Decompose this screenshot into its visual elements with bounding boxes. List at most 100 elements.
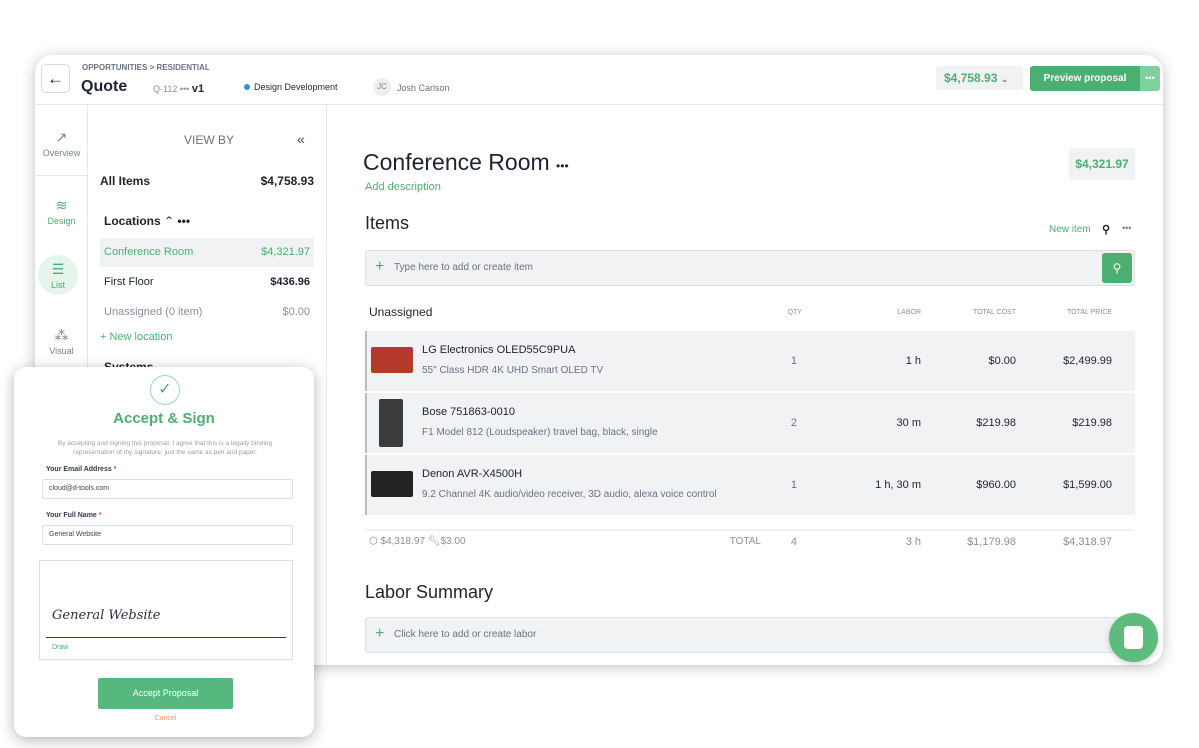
add-labor-input[interactable]: + Click here to add or create labor: [365, 617, 1135, 653]
rail-design[interactable]: ≋ Design: [35, 197, 88, 226]
trend-icon: ↗: [55, 129, 68, 145]
item-description: 55" Class HDR 4K UHD Smart OLED TV: [422, 365, 604, 376]
header: ← OPPORTUNITIES > RESIDENTIAL Quote Q-11…: [35, 55, 1163, 105]
table-row[interactable]: Bose 751863-0010 F1 Model 812 (Loudspeake…: [365, 393, 1135, 453]
item-price: $219.98: [1072, 417, 1112, 429]
plus-icon: +: [375, 625, 385, 642]
group-title: Unassigned: [369, 305, 433, 319]
location-item[interactable]: Unassigned (0 item) $0.00: [100, 306, 314, 318]
room-total: $4,321.97: [1069, 148, 1135, 180]
item-price: $2,499.99: [1063, 355, 1112, 367]
new-item-link[interactable]: New item: [1049, 224, 1091, 235]
rail-list[interactable]: ☰ List: [38, 255, 78, 295]
nodes-icon: ⁂: [54, 327, 69, 343]
item-qty[interactable]: 1: [767, 479, 797, 491]
total-qty: 4: [790, 536, 797, 548]
item-qty[interactable]: 2: [767, 417, 797, 429]
total-label: TOTAL: [729, 536, 761, 547]
total-labor: 3 h: [905, 536, 921, 548]
item-labor: 1 h: [905, 355, 921, 367]
chevron-down-icon: ⌄: [1000, 74, 1009, 84]
new-location-link[interactable]: + New location: [100, 331, 172, 343]
location-item[interactable]: First Floor $436.96: [100, 276, 314, 288]
cancel-link[interactable]: Cancel: [14, 715, 317, 722]
accept-sign-modal: ✓ Accept & Sign By accepting and signing…: [14, 367, 314, 737]
totals-summary: ⬡ $4,318.97 🔧︎$3.00: [369, 536, 466, 547]
search-icon[interactable]: ⚲: [1102, 223, 1110, 236]
email-field[interactable]: cloud@d-tools.com: [42, 479, 293, 499]
item-cost: $219.98: [976, 417, 1016, 429]
more-icon[interactable]: •••: [177, 214, 190, 228]
rail-overview[interactable]: ↗ Overview: [35, 129, 88, 158]
name-label: Your Full Name *: [46, 512, 102, 519]
quote-id: Q-112 ••• v1: [153, 83, 205, 95]
room-title: Conference Room •••: [363, 149, 569, 175]
main-content: Conference Room ••• Add description $4,3…: [327, 105, 1163, 665]
preview-proposal-button[interactable]: Preview proposal: [1030, 66, 1140, 91]
rail-visual[interactable]: ⁂ Visual: [35, 327, 88, 356]
item-labor: 30 m: [896, 417, 921, 429]
rail-label: Visual: [49, 346, 74, 356]
table-row[interactable]: LG Electronics OLED55C9PUA 55" Class HDR …: [365, 331, 1135, 391]
check-icon: ✓: [150, 375, 180, 405]
item-qty[interactable]: 1: [767, 355, 797, 367]
signature-pad[interactable]: General Website Draw: [39, 560, 293, 660]
rail-label: Design: [47, 216, 76, 226]
product-thumbnail: [371, 471, 413, 497]
breadcrumb[interactable]: OPPORTUNITIES > RESIDENTIAL: [82, 63, 210, 72]
status-badge[interactable]: Design Development: [244, 82, 338, 92]
total-dropdown[interactable]: $4,758.93 ⌄: [936, 66, 1023, 90]
user-name: Josh Carlson: [397, 83, 450, 93]
draw-link[interactable]: Draw: [52, 644, 68, 651]
chat-button[interactable]: [1109, 613, 1158, 662]
plus-icon: +: [375, 258, 385, 275]
total-price: $4,318.97: [1063, 536, 1112, 548]
col-cost: TOTAL COST: [972, 309, 1016, 316]
item-labor: 1 h, 30 m: [875, 479, 921, 491]
more-options-button[interactable]: •••: [1140, 66, 1160, 91]
col-labor: LABOR: [897, 309, 921, 316]
chat-icon: [1124, 626, 1143, 649]
more-icon[interactable]: •••: [556, 159, 569, 173]
locations-header[interactable]: Locations ⌃ •••: [104, 214, 190, 228]
full-name-field[interactable]: General Website: [42, 525, 293, 545]
layers-icon: ≋: [55, 197, 68, 213]
placeholder: Click here to add or create labor: [394, 629, 537, 640]
labor-summary-title: Labor Summary: [365, 582, 494, 602]
email-label: Your Email Address *: [46, 466, 117, 473]
collapse-icon[interactable]: «: [297, 131, 305, 147]
chevron-up-icon: ⌃: [164, 214, 175, 228]
disclaimer: By accepting and signing this proposal, …: [57, 440, 273, 456]
item-name[interactable]: LG Electronics OLED55C9PUA: [422, 344, 575, 356]
col-price: TOTAL PRICE: [1067, 309, 1112, 316]
all-items-row[interactable]: All Items $4,758.93: [100, 174, 314, 188]
wrench-icon: 🔧︎: [427, 536, 441, 547]
view-by-title: VIEW BY: [184, 133, 235, 147]
arrow-left-icon: ←: [47, 68, 64, 88]
col-qty: QTY: [787, 309, 802, 316]
location-item[interactable]: Conference Room $4,321.97: [100, 238, 314, 267]
add-item-input[interactable]: + Type here to add or create item ⚲: [365, 250, 1135, 286]
page-title: Quote: [81, 78, 128, 95]
more-icon[interactable]: •••: [180, 84, 189, 94]
add-description-link[interactable]: Add description: [365, 181, 441, 193]
item-name[interactable]: Denon AVR-X4500H: [422, 468, 522, 480]
item-price: $1,599.00: [1063, 479, 1112, 491]
accept-proposal-button[interactable]: Accept Proposal: [98, 678, 233, 709]
item-description: 9.2 Channel 4K audio/video receiver, 3D …: [422, 489, 717, 500]
box-icon: ⬡: [369, 536, 378, 547]
list-icon: ☰: [51, 261, 65, 277]
product-thumbnail: [371, 347, 413, 373]
signature: General Website: [52, 608, 161, 623]
item-name[interactable]: Bose 751863-0010: [422, 406, 515, 418]
table-row[interactable]: Denon AVR-X4500H 9.2 Channel 4K audio/vid…: [365, 455, 1135, 515]
back-button[interactable]: ←: [41, 64, 70, 93]
avatar: JC: [373, 78, 391, 96]
status-dot-icon: [244, 84, 250, 90]
search-button[interactable]: ⚲: [1102, 253, 1132, 283]
more-icon[interactable]: •••: [1122, 223, 1131, 233]
placeholder: Type here to add or create item: [394, 262, 533, 273]
product-thumbnail: [379, 399, 403, 447]
modal-title: Accept & Sign: [113, 410, 215, 427]
item-description: F1 Model 812 (Loudspeaker) travel bag, b…: [422, 427, 658, 438]
